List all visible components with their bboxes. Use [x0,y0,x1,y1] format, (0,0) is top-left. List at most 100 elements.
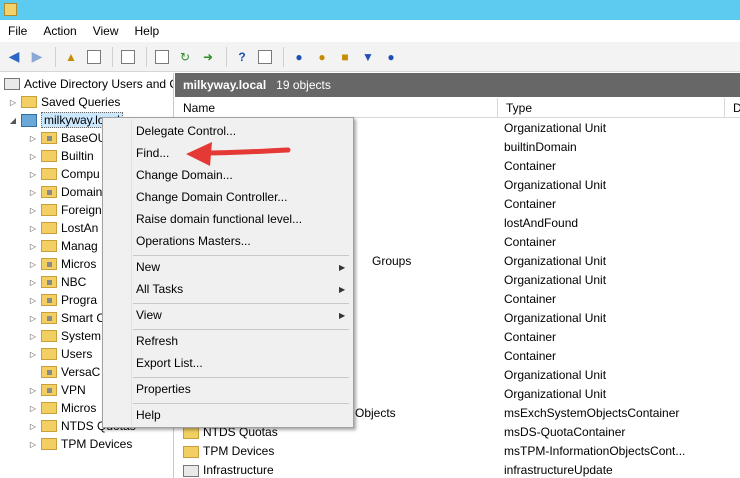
users-icon[interactable]: ● [289,47,309,67]
menu-item-export-list[interactable]: Export List... [136,356,203,370]
folder-icon [41,204,57,216]
expand-icon[interactable]: ▷ [28,260,38,269]
forward-arrow-icon[interactable]: ▶ [27,47,47,67]
menu-item-refresh[interactable]: Refresh [136,334,178,348]
expand-icon[interactable]: ▷ [28,386,38,395]
expand-icon[interactable]: ▷ [28,314,38,323]
row-name-text: Infrastructure [203,463,274,477]
properties-icon[interactable] [152,47,172,67]
row-type: infrastructureUpdate [504,463,613,477]
row-name[interactable]: TPM Devices [183,442,483,461]
details-header-count: 19 objects [276,78,331,92]
menu-item-raise-functional-level[interactable]: Raise domain functional level... [136,212,302,226]
menu-item-view[interactable]: View [136,308,162,322]
expand-icon[interactable]: ▷ [28,332,38,341]
expand-icon[interactable]: ▷ [8,98,18,107]
expand-icon[interactable]: ▷ [28,440,38,449]
column-header-department[interactable]: Depart [725,98,740,118]
tree-item[interactable]: ▷ LostAn [28,219,98,237]
row-type: Container [504,292,557,306]
up-folder-icon[interactable]: ▲ [61,47,81,67]
tree-item[interactable]: VersaC [28,363,100,381]
expand-icon[interactable]: ▷ [28,224,38,233]
tree-item[interactable]: ▷ Smart C [28,309,105,327]
menu-view[interactable]: View [85,20,127,42]
tree-item[interactable]: ▷ Micros [28,255,96,273]
folder-icon [41,312,57,324]
tree-item[interactable]: ▷ Progra [28,291,97,309]
menu-item-operations-masters[interactable]: Operations Masters... [136,234,251,248]
folder-icon [41,402,57,414]
tree-item-label: Compu [61,167,100,181]
folder-icon [183,426,199,439]
row-type: msTPM-InformationObjectsCont... [504,444,686,458]
tree-item[interactable]: ▷ Users [28,345,92,363]
row-type: Container [504,235,557,249]
expand-icon[interactable]: ▷ [28,296,38,305]
menu-item-change-domain[interactable]: Change Domain... [136,168,233,182]
clipboard-icon[interactable] [118,47,138,67]
back-arrow-icon[interactable]: ◀ [4,47,24,67]
menu-item-properties[interactable]: Properties [136,382,191,396]
tree-item-label: Micros [61,401,97,415]
tree-item[interactable]: ▷ NBC [28,273,86,291]
expand-icon[interactable]: ▷ [28,404,38,413]
filter-icon[interactable]: ▼ [358,47,378,67]
tree-item-label: Users [61,347,93,361]
column-header-name[interactable]: Name [175,98,498,118]
tree-item-saved-queries[interactable]: ▷ Saved Queries [8,93,120,111]
groups-icon[interactable]: ● [312,47,332,67]
menubar: File Action View Help [0,20,740,42]
menu-item-all-tasks[interactable]: All Tasks [136,282,183,296]
expand-icon[interactable]: ▷ [28,278,38,287]
export-icon[interactable]: ➜ [198,47,218,67]
menu-action[interactable]: Action [35,20,84,42]
menu-item-help[interactable]: Help [136,408,161,422]
folder-icon [41,186,57,198]
row-type: Organizational Unit [504,121,607,135]
expand-icon[interactable]: ▷ [28,206,38,215]
context-menu-gutter [131,119,132,426]
tree-item[interactable]: ▷ Compu [28,165,100,183]
tree-item[interactable]: ▷ System [28,327,101,345]
column-header-type[interactable]: Type [498,98,725,118]
tree-item[interactable]: ▷ Foreign [28,201,102,219]
expand-icon[interactable]: ▷ [28,170,38,179]
row-type: Container [504,197,557,211]
expand-icon[interactable]: ▷ [28,134,38,143]
expand-icon[interactable]: ▷ [28,422,38,431]
tree-item[interactable]: ▷ Builtin [28,147,94,165]
tree-item-label: System [61,329,102,343]
tree-item[interactable]: ▷ Manag [28,237,98,255]
menu-item-find[interactable]: Find... [136,146,169,160]
tree-item-label: Saved Queries [41,95,121,109]
menu-item-new[interactable]: New [136,260,160,274]
folder-icon [41,168,57,180]
expand-icon[interactable]: ▷ [28,152,38,161]
folder-add-icon[interactable]: ■ [335,47,355,67]
menu-item-change-domain-controller[interactable]: Change Domain Controller... [136,190,287,204]
row-name[interactable]: Infrastructure [183,461,483,478]
collapse-icon[interactable]: ◢ [8,116,18,125]
row-type: Organizational Unit [504,387,607,401]
expand-icon[interactable]: ▷ [28,242,38,251]
tree-item[interactable]: ▷ BaseOU [28,129,106,147]
delegate-icon[interactable]: ● [381,47,401,67]
expand-icon[interactable]: ▷ [28,188,38,197]
tree-item[interactable]: ▷ TPM Devices [28,435,132,453]
expand-icon[interactable]: ▷ [28,350,38,359]
menu-file[interactable]: File [0,20,35,42]
tree-root[interactable]: Active Directory Users and C [4,75,173,93]
help-icon[interactable]: ? [232,47,252,67]
row-type: msDS-QuotaContainer [504,425,626,439]
refresh-icon[interactable]: ↻ [175,47,195,67]
console-icon[interactable] [255,47,275,67]
menu-help[interactable]: Help [127,20,168,42]
tree-item[interactable]: ▷ VPN [28,381,86,399]
row-type: lostAndFound [504,216,579,230]
row-type: Organizational Unit [504,254,607,268]
folder-icon [21,96,37,108]
show-tree-icon[interactable] [84,47,104,67]
tree-item[interactable]: ▷ Domain [28,183,102,201]
tree-item[interactable]: ▷ Micros [28,399,96,417]
